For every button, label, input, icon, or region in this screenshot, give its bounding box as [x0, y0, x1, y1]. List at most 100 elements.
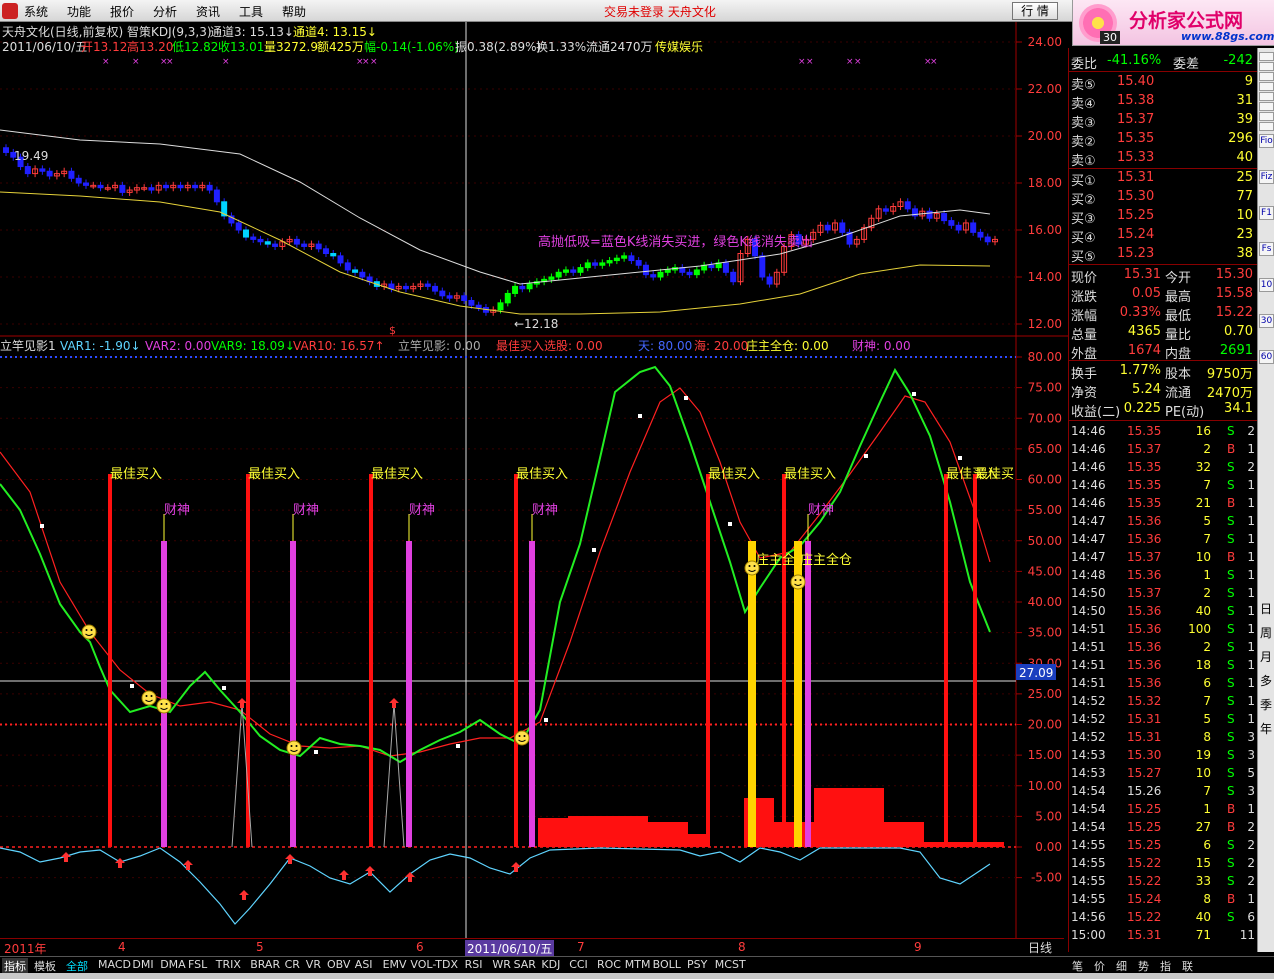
menu-analysis[interactable]: 分析: [153, 3, 177, 20]
indicator-tab-ROC[interactable]: ROC: [597, 958, 621, 971]
toolbar-icon[interactable]: [1259, 82, 1274, 91]
panel-tab-细[interactable]: 细: [1116, 958, 1127, 974]
indicator-tab-FSL[interactable]: FSL: [188, 958, 207, 971]
toolbar-button-30[interactable]: 30: [1259, 314, 1274, 328]
ask-level-row[interactable]: 卖① 15.33 40: [1069, 149, 1257, 169]
indicator-tab-SAR[interactable]: SAR: [514, 958, 536, 971]
tick-row[interactable]: 14:51 15.36 6 S 1: [1069, 675, 1257, 693]
tick-row[interactable]: 14:48 15.36 1 S 1: [1069, 567, 1257, 585]
indicator-tab-PSY[interactable]: PSY: [687, 958, 707, 971]
tick-row[interactable]: 15:00 15.31 71 11: [1069, 927, 1257, 945]
toolbar-button-60[interactable]: 60: [1259, 350, 1274, 364]
toolbar-button-Fs[interactable]: Fs: [1259, 242, 1274, 256]
tick-row[interactable]: 14:54 15.26 7 S 3: [1069, 783, 1257, 801]
toolbar-button-多[interactable]: 多: [1260, 672, 1272, 689]
tick-row[interactable]: 14:55 15.22 33 S 2: [1069, 873, 1257, 891]
tick-row[interactable]: 14:50 15.37 2 S 1: [1069, 585, 1257, 603]
tick-row[interactable]: 14:52 15.31 5 S 1: [1069, 711, 1257, 729]
panel-tab-联[interactable]: 联: [1182, 958, 1193, 974]
tick-row[interactable]: 14:52 15.31 8 S 3: [1069, 729, 1257, 747]
toolbar-icon[interactable]: [1259, 102, 1274, 111]
tick-row[interactable]: 14:51 15.36 100 S 1: [1069, 621, 1257, 639]
login-status[interactable]: 交易未登录 天舟文化: [604, 3, 716, 20]
ask-level-row[interactable]: 卖③ 15.37 39: [1069, 111, 1257, 131]
toolbar-button-月[interactable]: 月: [1260, 648, 1272, 665]
toolbar-icon[interactable]: [1259, 52, 1274, 61]
tick-row[interactable]: 14:51 15.36 18 S 1: [1069, 657, 1257, 675]
tick-row[interactable]: 14:46 15.35 32 S 2: [1069, 459, 1257, 477]
indicator-tab-全部[interactable]: 全部: [66, 958, 88, 974]
indicator-tab-RSI[interactable]: RSI: [465, 958, 483, 971]
indicator-tab-指标[interactable]: 指标: [2, 958, 28, 974]
menu-tools[interactable]: 工具: [239, 3, 263, 20]
bid-level-row[interactable]: 买⑤ 15.23 38: [1069, 245, 1257, 265]
toolbar-button-日[interactable]: 日: [1260, 600, 1272, 617]
tick-row[interactable]: 14:46 15.35 21 B 1: [1069, 495, 1257, 513]
indicator-tab-WR[interactable]: WR: [492, 958, 511, 971]
tick-row[interactable]: 14:47 15.37 10 B 1: [1069, 549, 1257, 567]
stat-row[interactable]: 涨幅 0.33% 最低 15.22: [1069, 304, 1257, 324]
stat-row[interactable]: 现价 15.31 今开 15.30: [1069, 266, 1257, 286]
tick-row[interactable]: 14:46 15.35 16 S 2: [1069, 423, 1257, 441]
toolbar-icon[interactable]: [1259, 112, 1274, 121]
indicator-tab-模板[interactable]: 模板: [34, 958, 56, 974]
tick-row[interactable]: 14:52 15.32 7 S 1: [1069, 693, 1257, 711]
ask-level-row[interactable]: 卖④ 15.38 31: [1069, 92, 1257, 112]
indicator-tab-BOLL[interactable]: BOLL: [653, 958, 681, 971]
toolbar-button-季[interactable]: 季: [1260, 696, 1272, 713]
stat-row[interactable]: 外盘 1674 内盘 2691: [1069, 342, 1257, 362]
panel-tab-笔[interactable]: 笔: [1072, 958, 1083, 974]
indicator-tab-OBV[interactable]: OBV: [327, 958, 350, 971]
tick-row[interactable]: 14:51 15.36 2 S 1: [1069, 639, 1257, 657]
bid-level-row[interactable]: 买③ 15.25 10: [1069, 207, 1257, 227]
panel-tab-势[interactable]: 势: [1138, 958, 1149, 974]
toolbar-button-Fiz[interactable]: Fiz: [1259, 170, 1274, 184]
stat-row[interactable]: 收益(二) 0.225 PE(动) 34.1: [1069, 400, 1257, 420]
tick-row[interactable]: 14:55 15.22 15 S 2: [1069, 855, 1257, 873]
menu-quote[interactable]: 报价: [110, 3, 134, 20]
indicator-tab-BRAR[interactable]: BRAR: [250, 958, 280, 971]
tick-row[interactable]: 14:54 15.25 27 B 2: [1069, 819, 1257, 837]
toolbar-icon[interactable]: [1259, 62, 1274, 71]
toolbar-icon[interactable]: [1259, 72, 1274, 81]
toolbar-icon[interactable]: [1259, 122, 1274, 131]
toolbar-button-Fio[interactable]: Fio: [1259, 134, 1274, 148]
ask-level-row[interactable]: 卖⑤ 15.40 9: [1069, 73, 1257, 93]
tick-row[interactable]: 14:50 15.36 40 S 1: [1069, 603, 1257, 621]
indicator-tab-MCST[interactable]: MCST: [715, 958, 746, 971]
toolbar-icon[interactable]: [1259, 92, 1274, 101]
tick-row[interactable]: 14:46 15.37 2 B 1: [1069, 441, 1257, 459]
indicator-tab-MTM[interactable]: MTM: [625, 958, 651, 971]
menu-system[interactable]: 系统: [24, 3, 48, 20]
stat-row[interactable]: 涨跌 0.05 最高 15.58: [1069, 285, 1257, 305]
tick-row[interactable]: 14:56 15.22 40 S 6: [1069, 909, 1257, 927]
bid-level-row[interactable]: 买② 15.30 77: [1069, 188, 1257, 208]
bid-level-row[interactable]: 买① 15.31 25: [1069, 169, 1257, 189]
tick-row[interactable]: 14:47 15.36 7 S 1: [1069, 531, 1257, 549]
menu-help[interactable]: 帮助: [282, 3, 306, 20]
tick-row[interactable]: 14:53 15.27 10 S 5: [1069, 765, 1257, 783]
indicator-tab-VOL-TDX[interactable]: VOL-TDX: [410, 958, 458, 971]
indicator-tab-CR[interactable]: CR: [285, 958, 300, 971]
indicator-tab-DMI[interactable]: DMI: [132, 958, 153, 971]
indicator-tab-EMV[interactable]: EMV: [383, 958, 407, 971]
quote-button[interactable]: 行 情: [1012, 2, 1058, 20]
indicator-tab-KDJ[interactable]: KDJ: [541, 958, 560, 971]
tick-row[interactable]: 14:53 15.30 19 S 3: [1069, 747, 1257, 765]
toolbar-button-年[interactable]: 年: [1260, 720, 1272, 737]
toolbar-button-周[interactable]: 周: [1260, 624, 1272, 641]
indicator-tab-MACD[interactable]: MACD: [98, 958, 131, 971]
stat-row[interactable]: 净资 5.24 流通 2470万: [1069, 381, 1257, 401]
tick-row[interactable]: 14:54 15.25 1 B 1: [1069, 801, 1257, 819]
indicator-tab-CCI[interactable]: CCI: [569, 958, 588, 971]
stat-row[interactable]: 换手 1.77% 股本 9750万: [1069, 362, 1257, 382]
tick-row[interactable]: 14:46 15.35 7 S 1: [1069, 477, 1257, 495]
stat-row[interactable]: 总量 4365 量比 0.70: [1069, 323, 1257, 343]
bid-level-row[interactable]: 买④ 15.24 23: [1069, 226, 1257, 246]
tick-row[interactable]: 14:47 15.36 5 S 1: [1069, 513, 1257, 531]
ask-level-row[interactable]: 卖② 15.35 296: [1069, 130, 1257, 150]
period-label[interactable]: 日线: [1028, 939, 1052, 956]
panel-tab-指[interactable]: 指: [1160, 958, 1171, 974]
toolbar-button-10[interactable]: 10: [1259, 278, 1274, 292]
menu-function[interactable]: 功能: [67, 3, 91, 20]
